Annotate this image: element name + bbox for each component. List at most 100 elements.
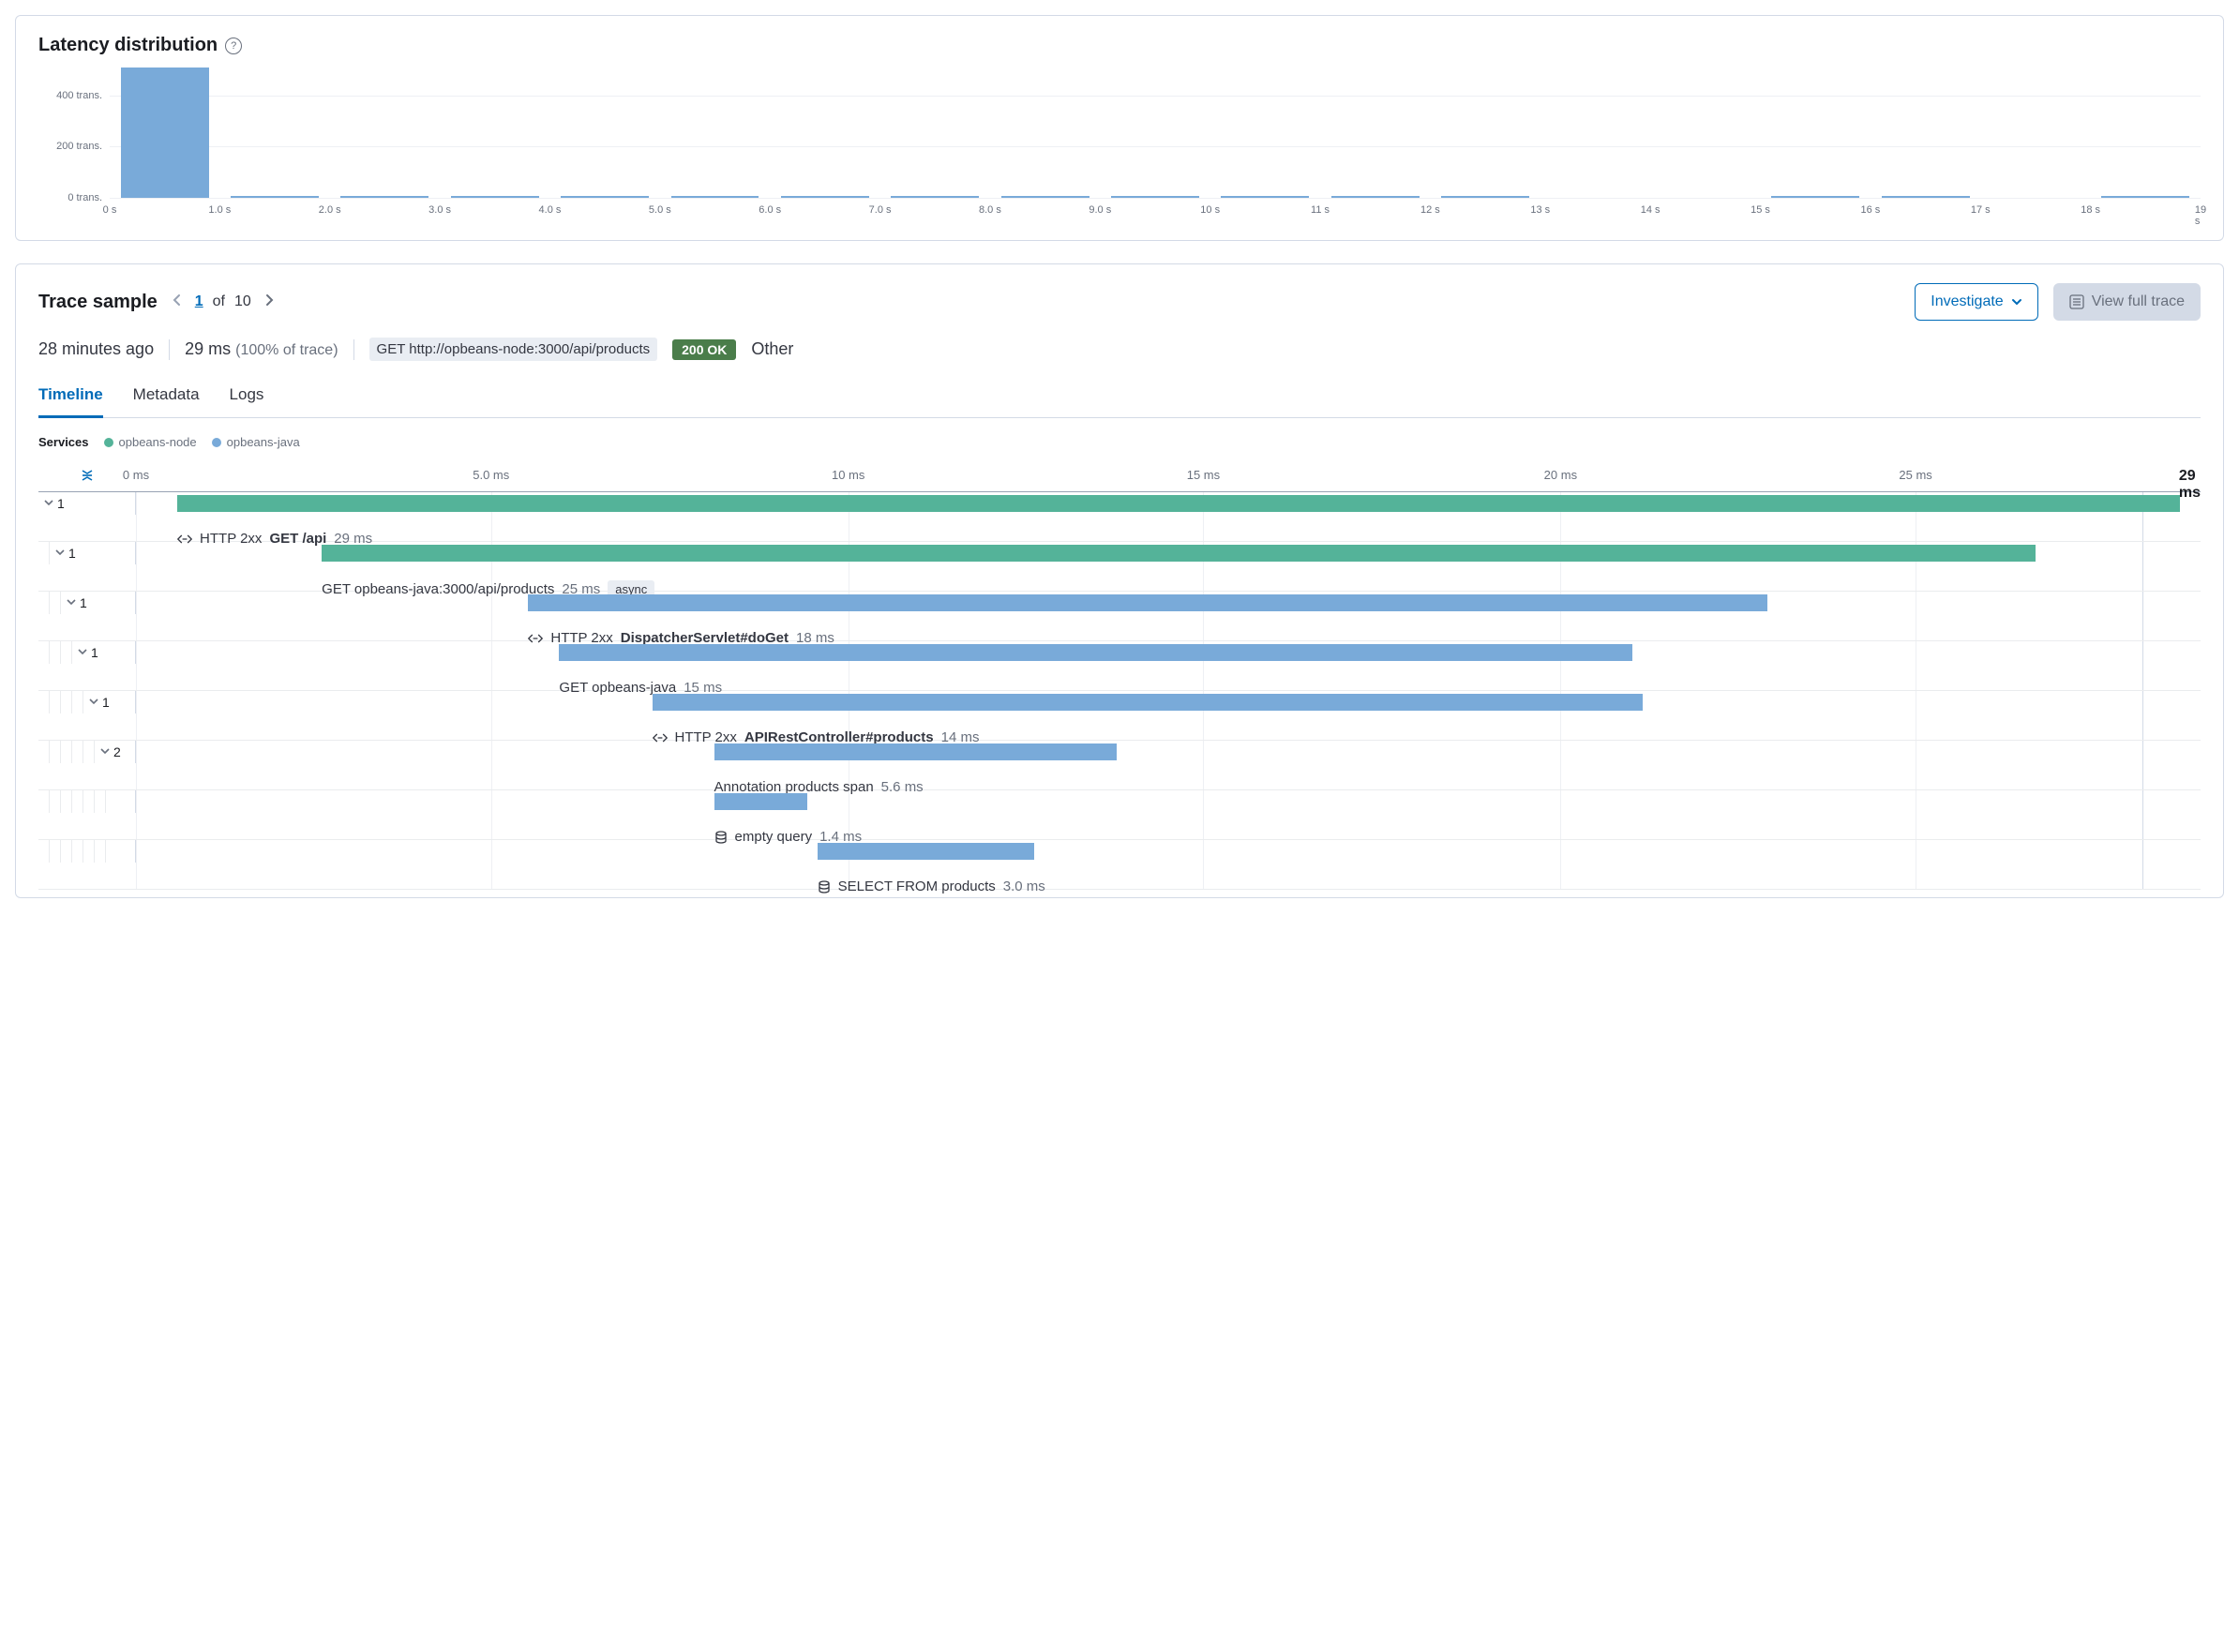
- chart-bar[interactable]: [1441, 196, 1529, 198]
- trace-duration: 29 ms: [185, 339, 231, 358]
- chart-bar[interactable]: [2101, 196, 2189, 198]
- chevron-down-icon[interactable]: [100, 745, 110, 758]
- chart-bar[interactable]: [1882, 196, 1970, 198]
- span-bar[interactable]: [714, 743, 1117, 760]
- trace-tabs: Timeline Metadata Logs: [38, 376, 2201, 418]
- x-tick: 0 s: [103, 204, 117, 216]
- tab-metadata[interactable]: Metadata: [133, 376, 200, 417]
- collapse-all-button[interactable]: [80, 468, 95, 486]
- x-tick: 7.0 s: [869, 204, 892, 216]
- database-icon: [818, 880, 831, 894]
- span-row[interactable]: 1HTTP 2xxDispatcherServlet#doGet18 ms: [38, 592, 2201, 641]
- dot-blue-icon: [212, 438, 221, 447]
- pager-prev-button[interactable]: [169, 292, 186, 313]
- chart-bar[interactable]: [891, 196, 979, 198]
- span-name: SELECT FROM products: [838, 879, 996, 894]
- span-row[interactable]: empty query1.4 ms: [38, 790, 2201, 840]
- chart-bar[interactable]: [231, 196, 319, 198]
- investigate-button[interactable]: Investigate: [1915, 283, 2037, 321]
- ruler-tick: 5.0 ms: [473, 468, 509, 482]
- y-tick: 400 trans.: [38, 90, 102, 101]
- x-tick: 3.0 s: [428, 204, 451, 216]
- span-bar[interactable]: [559, 644, 1632, 661]
- divider: [353, 339, 354, 360]
- view-full-trace-label: View full trace: [2092, 293, 2185, 310]
- chevron-down-icon[interactable]: [67, 596, 76, 609]
- trace-url-badge: GET http://opbeans-node:3000/api/product…: [369, 338, 658, 361]
- chart-bar[interactable]: [781, 196, 869, 198]
- tab-timeline[interactable]: Timeline: [38, 376, 103, 418]
- legend-opbeans-node: opbeans-node: [104, 435, 197, 449]
- chart-bar[interactable]: [1111, 196, 1199, 198]
- chart-bar[interactable]: [451, 196, 539, 198]
- view-full-trace-button[interactable]: View full trace: [2053, 283, 2201, 321]
- chart-bar[interactable]: [1331, 196, 1420, 198]
- trace-info-row: 28 minutes ago 29 ms (100% of trace) GET…: [38, 338, 2201, 361]
- span-toggle-cell[interactable]: 1: [38, 691, 136, 713]
- chevron-down-icon[interactable]: [89, 696, 98, 709]
- list-icon: [2069, 294, 2084, 309]
- legend-node-label: opbeans-node: [119, 435, 197, 449]
- chevron-down-icon[interactable]: [44, 497, 53, 510]
- span-toggle-cell: [38, 840, 136, 863]
- investigate-label: Investigate: [1931, 293, 2003, 310]
- ruler-tick: 10 ms: [832, 468, 864, 482]
- pager-current[interactable]: 1: [195, 293, 203, 310]
- dot-green-icon: [104, 438, 113, 447]
- x-tick: 5.0 s: [649, 204, 671, 216]
- timeline-body: 1HTTP 2xxGET /api29 ms1GET opbeans-java:…: [38, 492, 2201, 890]
- chart-bar[interactable]: [1221, 196, 1309, 198]
- span-bar[interactable]: [653, 694, 1644, 711]
- span-row[interactable]: 1GET opbeans-java15 ms: [38, 641, 2201, 691]
- x-tick: 8.0 s: [979, 204, 1001, 216]
- span-row[interactable]: 1HTTP 2xxAPIRestController#products14 ms: [38, 691, 2201, 741]
- timeline-ruler: 0 ms5.0 ms10 ms15 ms20 ms25 ms29 ms: [38, 462, 2201, 492]
- y-tick: 0 trans.: [38, 192, 102, 203]
- trace-status-badge: 200 OK: [672, 339, 736, 360]
- ruler-tick: 20 ms: [1544, 468, 1577, 482]
- x-tick: 1.0 s: [208, 204, 231, 216]
- span-bar[interactable]: [818, 843, 1034, 860]
- span-bar[interactable]: [322, 545, 2036, 562]
- span-toggle-cell[interactable]: 1: [38, 492, 136, 515]
- x-tick: 4.0 s: [539, 204, 562, 216]
- chart-bar[interactable]: [1001, 196, 1089, 198]
- span-bar[interactable]: [528, 594, 1766, 611]
- span-toggle-cell[interactable]: 1: [38, 641, 136, 664]
- chart-bar[interactable]: [340, 196, 428, 198]
- trace-header: Trace sample 1 of 10 Investigate: [38, 283, 2201, 321]
- span-toggle-cell[interactable]: 2: [38, 741, 136, 763]
- x-tick: 14 s: [1641, 204, 1660, 216]
- help-icon[interactable]: ?: [225, 38, 242, 54]
- span-toggle-cell[interactable]: 1: [38, 592, 136, 614]
- span-row[interactable]: 2Annotation products span5.6 ms: [38, 741, 2201, 790]
- chart-bar[interactable]: [561, 196, 649, 198]
- chevron-down-icon[interactable]: [78, 646, 87, 659]
- span-bar[interactable]: [714, 793, 807, 810]
- chart-bar[interactable]: [121, 68, 209, 198]
- span-children-count: 2: [113, 744, 121, 759]
- span-children-count: 1: [80, 595, 87, 610]
- x-tick: 15 s: [1751, 204, 1770, 216]
- span-children-count: 1: [57, 496, 65, 511]
- x-tick: 9.0 s: [1089, 204, 1111, 216]
- span-bar[interactable]: [177, 495, 2180, 512]
- span-toggle-cell[interactable]: 1: [38, 542, 136, 564]
- trace-sample-title: Trace sample: [38, 292, 158, 313]
- chart-bar[interactable]: [671, 196, 759, 198]
- pager-next-button[interactable]: [261, 292, 278, 313]
- chart-bar[interactable]: [1771, 196, 1859, 198]
- span-row[interactable]: SELECT FROM products3.0 ms: [38, 840, 2201, 890]
- span-row[interactable]: 1HTTP 2xxGET /api29 ms: [38, 492, 2201, 542]
- latency-title: Latency distribution: [38, 35, 218, 56]
- x-tick: 13 s: [1530, 204, 1550, 216]
- ruler-tick: 0 ms: [123, 468, 149, 482]
- y-tick: 200 trans.: [38, 141, 102, 152]
- x-tick: 18 s: [2081, 204, 2100, 216]
- chevron-down-icon[interactable]: [55, 547, 65, 560]
- span-children-count: 1: [91, 645, 98, 660]
- tab-logs[interactable]: Logs: [230, 376, 264, 417]
- x-tick: 17 s: [1971, 204, 1991, 216]
- divider: [169, 339, 170, 360]
- span-row[interactable]: 1GET opbeans-java:3000/api/products25 ms…: [38, 542, 2201, 592]
